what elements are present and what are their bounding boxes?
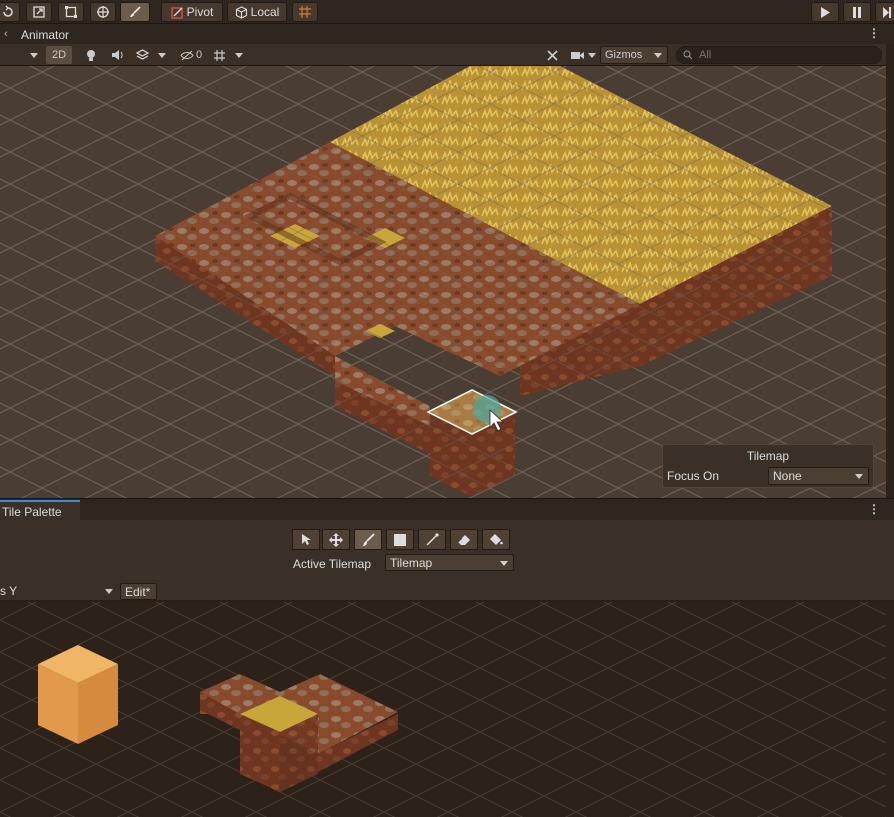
active-tilemap-dropdown[interactable]: Tilemap [385, 554, 514, 571]
scene-tab-row: ‹ Animator ⋮ [0, 24, 894, 44]
rotate-tool-button[interactable] [0, 2, 20, 22]
grid-icon [213, 49, 225, 61]
tools-icon [546, 49, 558, 61]
draw-mode-dropdown-icon[interactable] [28, 46, 40, 64]
eye-slash-icon [180, 50, 194, 60]
tile-palette-view[interactable] [0, 602, 886, 817]
search-icon [683, 50, 693, 60]
tile-palette-tab[interactable]: Tile Palette [0, 500, 80, 521]
tools-button[interactable] [541, 46, 563, 64]
transform-icon [97, 6, 109, 18]
scale-tool-button[interactable] [26, 2, 52, 22]
focus-caret-icon [855, 474, 863, 479]
eraser-tool-button[interactable] [450, 529, 478, 550]
chevron-icon: ‹ [4, 28, 8, 40]
effects-dropdown-icon[interactable] [156, 46, 168, 64]
select-tool-button[interactable] [292, 529, 320, 550]
local-label: Local [250, 5, 280, 19]
select-arrow-icon [301, 534, 311, 545]
eyedropper-icon [425, 533, 439, 546]
overlay-title: Tilemap [746, 449, 790, 463]
palette-scrollbar[interactable] [886, 602, 894, 817]
sand-cube-tile[interactable] [38, 645, 118, 744]
effects-button[interactable] [132, 46, 152, 64]
paint-tool-button[interactable] [354, 529, 382, 550]
grid-toggle[interactable] [209, 46, 229, 64]
mode-2d-button[interactable]: 2D [46, 46, 72, 64]
pause-icon [853, 6, 861, 18]
edit-toggle-button[interactable]: Edit* [120, 583, 157, 600]
main-toolbar: Pivot Local [0, 0, 894, 24]
palette-menu-icon[interactable]: ⋮ [868, 502, 880, 516]
palette-select-dropdown[interactable]: s Y [0, 583, 118, 600]
grid-snap-icon [299, 6, 311, 18]
edit-label: Edit* [125, 585, 151, 599]
paintbrush-icon [363, 532, 375, 546]
local-cube-icon [235, 5, 247, 19]
box-fill-tool-button[interactable] [386, 529, 414, 550]
scene-search-input[interactable]: All [676, 46, 882, 64]
pause-button[interactable] [843, 2, 871, 22]
speaker-icon [111, 50, 123, 60]
camera-dropdown-icon[interactable] [588, 52, 596, 58]
gizmos-dropdown[interactable]: Gizmos [600, 46, 668, 64]
step-icon [883, 6, 891, 18]
play-button[interactable] [811, 2, 839, 22]
fill-tool-button[interactable] [482, 529, 510, 550]
pivot-icon [171, 6, 183, 19]
rotate-icon [3, 5, 13, 17]
grid-snap-button[interactable] [292, 2, 318, 22]
palette-select-caret-icon [105, 589, 113, 594]
active-tilemap-caret-icon [500, 561, 508, 566]
focus-on-label: Focus On [667, 469, 720, 483]
active-tilemap-label: Active Tilemap [293, 557, 372, 571]
play-icon [821, 6, 830, 18]
audio-button[interactable] [106, 46, 128, 64]
active-tilemap-value: Tilemap [390, 556, 433, 570]
eraser-icon [457, 534, 470, 545]
move-tool-button[interactable] [322, 529, 350, 550]
rect-tool-button[interactable] [58, 2, 84, 22]
step-button[interactable] [875, 2, 894, 22]
lightbulb-icon [87, 49, 95, 61]
move-icon [329, 532, 343, 547]
grid-dropdown-icon[interactable] [233, 46, 245, 64]
pivot-toggle[interactable]: Pivot [161, 2, 223, 22]
brush-tool-button[interactable] [120, 2, 150, 22]
hidden-count: 0 [195, 49, 203, 61]
scene-canvas[interactable] [0, 66, 886, 498]
focus-on-value: None [773, 469, 802, 483]
hidden-objects-toggle[interactable]: 0 [176, 46, 206, 64]
layers-icon [135, 49, 149, 60]
local-toggle[interactable]: Local [227, 2, 287, 22]
search-placeholder: All [699, 49, 712, 61]
transform-tool-button[interactable] [90, 2, 116, 22]
brush-icon [130, 6, 141, 17]
scene-viewport[interactable] [0, 66, 886, 498]
gizmos-label: Gizmos [605, 49, 643, 61]
paint-bucket-icon [490, 534, 503, 545]
palette-canvas[interactable] [0, 602, 886, 817]
palette-select-value: s Y [0, 584, 18, 598]
mode-2d-label: 2D [51, 49, 67, 61]
tile-palette-tab-label: Tile Palette [2, 505, 62, 519]
palette-tab-row: Tile Palette ⋮ [0, 498, 894, 521]
box-fill-icon [394, 533, 406, 546]
lighting-button[interactable] [80, 46, 102, 64]
picker-tool-button[interactable] [418, 529, 446, 550]
more-menu-icon[interactable]: ⋮ [868, 26, 880, 40]
gizmos-caret-icon [654, 53, 662, 58]
pivot-label: Pivot [186, 5, 214, 19]
camera-button[interactable] [568, 46, 598, 64]
focus-on-dropdown[interactable]: None [768, 467, 869, 485]
scene-toolbar: 2D 0 Gizmos All [0, 44, 894, 66]
scene-scrollbar[interactable] [886, 44, 894, 504]
animator-tab[interactable]: Animator [21, 28, 69, 42]
scale-icon [33, 6, 45, 18]
rect-icon [65, 6, 77, 18]
camera-icon [571, 51, 584, 59]
tilemap-focus-overlay: Tilemap Focus On None [662, 444, 874, 488]
